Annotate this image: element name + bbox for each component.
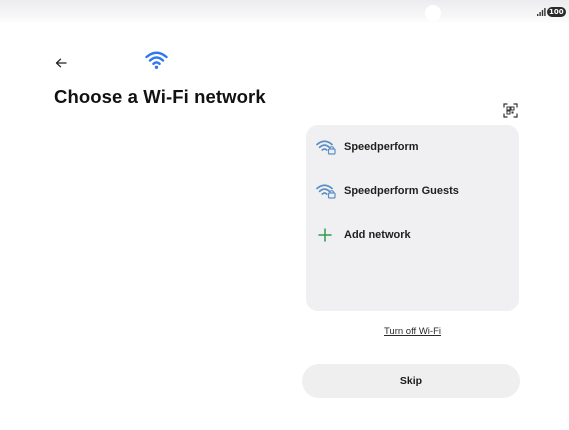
network-item-speedperform-guests[interactable]: Speedperform Guests <box>306 173 519 209</box>
signal-bars-icon <box>537 8 546 16</box>
skip-button[interactable]: Skip <box>302 364 520 398</box>
add-network-label: Add network <box>344 229 411 241</box>
page-title: Choose a Wi-Fi network <box>54 86 266 107</box>
network-item-speedperform[interactable]: Speedperform <box>306 129 519 165</box>
wifi-lock-icon <box>316 184 336 199</box>
status-bar: 100 <box>0 0 569 24</box>
qr-scan-icon <box>503 103 518 118</box>
network-list-card: Speedperform Speedperform Guests Add net… <box>306 125 519 311</box>
battery-indicator: 100 <box>547 7 566 17</box>
network-name: Speedperform <box>344 141 419 153</box>
network-name: Speedperform Guests <box>344 185 459 197</box>
wifi-icon <box>145 51 168 69</box>
turn-off-wifi-link[interactable]: Turn off Wi-Fi <box>306 326 519 337</box>
back-button[interactable] <box>52 54 70 72</box>
wifi-lock-icon <box>316 140 336 155</box>
plus-icon <box>318 228 332 242</box>
arrow-left-icon <box>55 58 67 68</box>
qr-scan-button[interactable] <box>503 103 518 118</box>
camera-cutout <box>425 5 441 21</box>
add-network-button[interactable]: Add network <box>306 217 519 253</box>
